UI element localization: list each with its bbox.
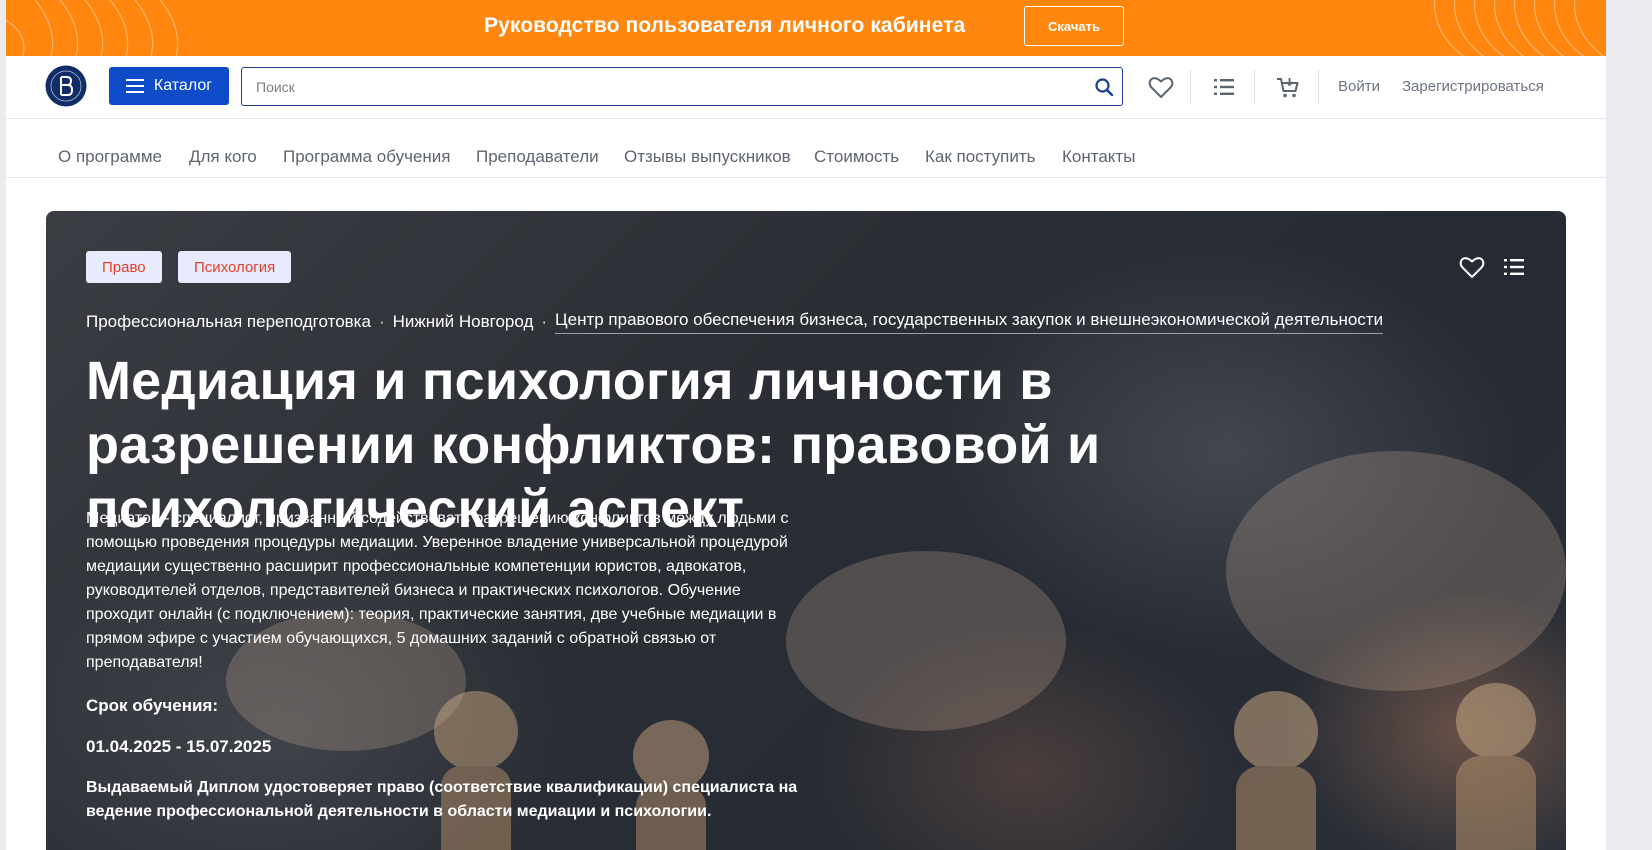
program-description: Медиатор - специалист, призванный содейс… bbox=[86, 510, 789, 671]
breadcrumb: Профессиональная переподготовка · Нижний… bbox=[86, 310, 1384, 334]
promo-banner: Руководство пользователя личного кабинет… bbox=[6, 0, 1606, 56]
register-link[interactable]: Зарегистрироваться bbox=[1402, 78, 1544, 95]
duration-label: Срок обучения: bbox=[86, 696, 219, 715]
subnav-item-teachers[interactable]: Преподаватели bbox=[476, 147, 599, 167]
favorite-heart-icon[interactable] bbox=[1458, 253, 1486, 281]
subnav-item-about[interactable]: О программе bbox=[58, 147, 162, 167]
compare-list-icon[interactable] bbox=[1500, 253, 1528, 281]
site-header: Каталог Войти Зарегистрироваться bbox=[6, 56, 1606, 119]
duration-dates: 01.04.2025 - 15.07.2025 bbox=[86, 737, 272, 756]
catalog-label: Каталог bbox=[153, 77, 213, 94]
header-divider bbox=[1190, 70, 1191, 104]
list-icon[interactable] bbox=[1210, 73, 1238, 101]
subnav-item-contacts[interactable]: Контакты bbox=[1062, 147, 1135, 167]
breadcrumb-separator: · bbox=[541, 312, 548, 331]
banner-title: Руководство пользователя личного кабинет… bbox=[484, 14, 966, 37]
search-icon[interactable] bbox=[1094, 77, 1114, 97]
subnav-item-curriculum[interactable]: Программа обучения bbox=[283, 147, 451, 167]
hse-logo-icon[interactable] bbox=[45, 65, 87, 107]
heart-icon[interactable] bbox=[1147, 73, 1175, 101]
page: Руководство пользователя личного кабинет… bbox=[6, 0, 1606, 850]
tag-psychology[interactable]: Психология bbox=[178, 251, 292, 283]
catalog-button[interactable]: Каталог bbox=[109, 67, 229, 105]
download-button[interactable]: Скачать bbox=[1024, 6, 1124, 46]
subnav-item-cost[interactable]: Стоимость bbox=[814, 147, 899, 167]
cart-icon[interactable] bbox=[1274, 73, 1302, 101]
menu-icon bbox=[125, 79, 144, 93]
login-link[interactable]: Войти bbox=[1338, 78, 1380, 95]
search-bar[interactable] bbox=[241, 67, 1123, 106]
tag-law[interactable]: Право bbox=[86, 251, 162, 283]
program-subnav: О программе Для кого Программа обучения … bbox=[6, 119, 1606, 178]
subnav-item-admission[interactable]: Как поступить bbox=[925, 147, 1036, 167]
subnav-item-reviews[interactable]: Отзывы выпускников bbox=[624, 147, 791, 167]
breadcrumb-separator: · bbox=[378, 312, 385, 331]
diploma-info: Выдаваемый Диплом удостоверяет право (со… bbox=[86, 779, 798, 820]
header-divider bbox=[1254, 70, 1255, 104]
header-divider bbox=[1318, 70, 1319, 104]
banner-decoration-right bbox=[1434, 0, 1605, 56]
search-input[interactable] bbox=[254, 68, 1078, 106]
breadcrumb-program-type: Профессиональная переподготовка bbox=[86, 312, 371, 331]
program-hero: Право Психология Профессиональная перепо… bbox=[46, 211, 1566, 850]
breadcrumb-city: Нижний Новгород bbox=[392, 312, 534, 331]
subnav-item-audience[interactable]: Для кого bbox=[189, 147, 257, 167]
banner-decoration-left bbox=[6, 0, 179, 56]
breadcrumb-center-link[interactable]: Центр правового обеспечения бизнеса, гос… bbox=[555, 310, 1384, 334]
